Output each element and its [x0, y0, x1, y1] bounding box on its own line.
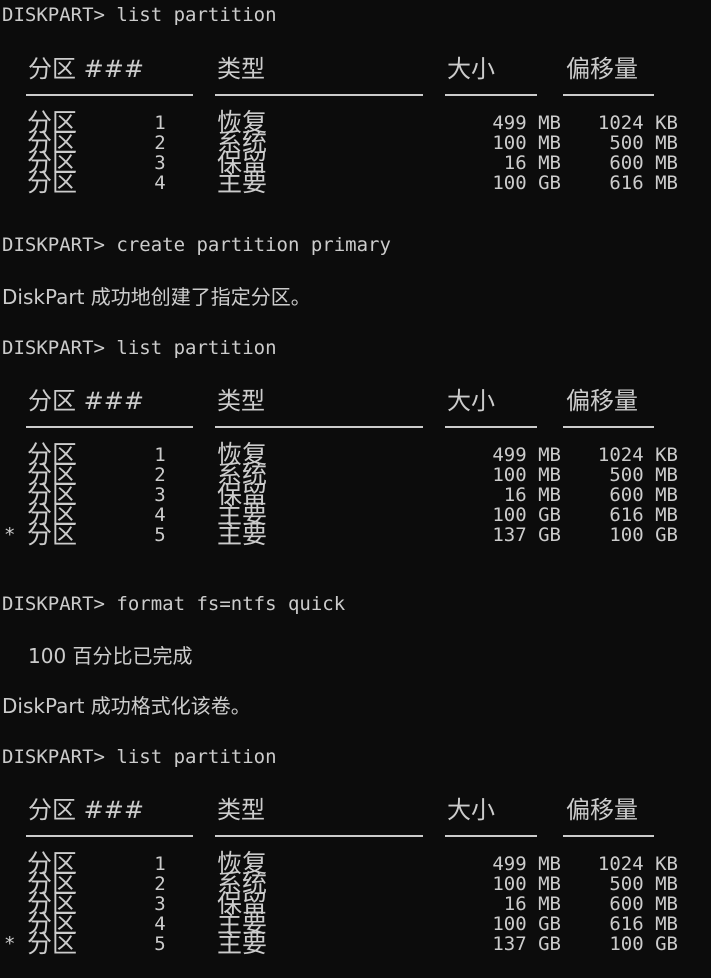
header-underline: [445, 94, 537, 96]
partition-type: 主要: [217, 520, 268, 549]
partition-offset: 100 GB: [609, 524, 678, 546]
console-window[interactable]: DISKPART> list partition 分区 ### 类型 大小 偏移…: [0, 0, 711, 978]
table-rows: 分区 1 恢复 499 MB 1024 KB 分区 2 系统 100 MB 500 MB 分区 3 保留…: [0, 442, 711, 548]
column-header-offset: 偏移量: [566, 55, 638, 83]
header-underline: [215, 426, 423, 428]
partition-name: 分区: [27, 520, 78, 549]
row-marker: *: [4, 933, 16, 955]
command-line: DISKPART> list partition: [2, 4, 277, 26]
partition-offset: 100 GB: [609, 933, 678, 955]
column-header-size: 大小: [447, 55, 495, 83]
column-header-type: 类型: [217, 55, 265, 83]
column-header-type: 类型: [217, 387, 265, 415]
progress-text: 100 百分比已完成: [28, 644, 193, 668]
partition-size: 137 GB: [492, 933, 561, 955]
header-underline: [26, 94, 193, 96]
header-underline: [445, 835, 537, 837]
column-header-type: 类型: [217, 796, 265, 824]
column-header-partition: 分区 ###: [28, 55, 144, 83]
header-underline: [26, 426, 193, 428]
command-line: DISKPART> create partition primary: [2, 234, 391, 256]
table-row: * 分区 5 主要 137 GB 100 GB: [0, 522, 711, 548]
status-message: DiskPart 成功地创建了指定分区。: [2, 285, 311, 309]
table-row: * 分区 5 主要 137 GB 100 GB: [0, 931, 711, 957]
row-marker: *: [4, 524, 16, 546]
header-underline: [563, 835, 654, 837]
partition-name: 分区: [27, 168, 78, 197]
header-underline: [563, 426, 654, 428]
partition-offset: 616 MB: [609, 172, 678, 194]
status-message: DiskPart 成功格式化该卷。: [2, 694, 251, 718]
header-underline: [26, 835, 193, 837]
partition-number: 4: [154, 172, 166, 194]
column-header-size: 大小: [447, 387, 495, 415]
partition-size: 100 GB: [492, 172, 561, 194]
table-rows: 分区 1 恢复 499 MB 1024 KB 分区 2 系统 100 MB 500 MB 分区 3 保留…: [0, 851, 711, 957]
table-row: 分区 4 主要 100 GB 616 MB: [0, 170, 711, 196]
column-header-size: 大小: [447, 796, 495, 824]
column-header-offset: 偏移量: [566, 387, 638, 415]
command-line: DISKPART> list partition: [2, 337, 277, 359]
partition-type: 主要: [217, 929, 268, 958]
table-rows: 分区 1 恢复 499 MB 1024 KB 分区 2 系统 100 MB 500 MB 分区 3 保留…: [0, 110, 711, 196]
column-header-partition: 分区 ###: [28, 796, 144, 824]
partition-number: 5: [154, 933, 166, 955]
header-underline: [445, 426, 537, 428]
command-line: DISKPART> format fs=ntfs quick: [2, 593, 346, 615]
header-underline: [563, 94, 654, 96]
header-underline: [215, 94, 423, 96]
partition-size: 137 GB: [492, 524, 561, 546]
partition-name: 分区: [27, 929, 78, 958]
column-header-partition: 分区 ###: [28, 387, 144, 415]
column-header-offset: 偏移量: [566, 796, 638, 824]
partition-number: 5: [154, 524, 166, 546]
command-line: DISKPART> list partition: [2, 746, 277, 768]
header-underline: [215, 835, 423, 837]
partition-type: 主要: [217, 168, 268, 197]
